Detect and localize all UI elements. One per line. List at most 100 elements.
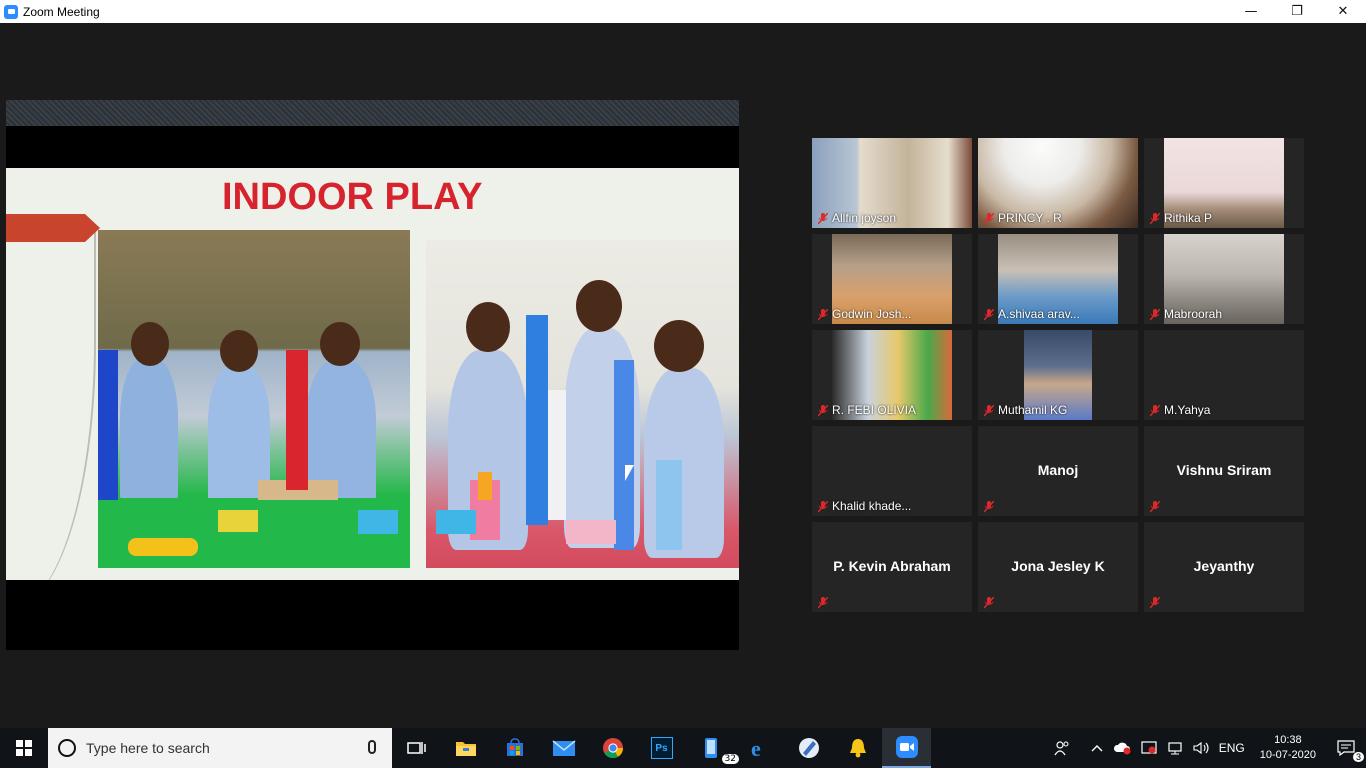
window-title-bar: Zoom Meeting — ❐ ✕: [0, 0, 1366, 23]
search-placeholder: Type here to search: [86, 740, 210, 756]
participant-tile[interactable]: Jona Jesley K: [978, 522, 1138, 612]
minimize-button[interactable]: —: [1228, 0, 1274, 23]
muted-mic-icon: [818, 309, 828, 321]
people-icon: [1054, 741, 1069, 756]
muted-mic-icon: [818, 597, 828, 609]
participant-name: Muthamil KG: [998, 403, 1068, 417]
participant-tile[interactable]: R. FEBI OLIVIA: [812, 330, 972, 420]
close-button[interactable]: ✕: [1320, 0, 1366, 23]
participant-tile[interactable]: Muthamil KG: [978, 330, 1138, 420]
bell-app-button[interactable]: [833, 728, 882, 768]
participant-tile[interactable]: Khalid khade...: [812, 426, 972, 516]
participant-tile[interactable]: Jeyanthy: [1144, 522, 1304, 612]
notepad-icon: [798, 738, 819, 758]
share-header-strip: [6, 100, 739, 126]
participant-name: Khalid khade...: [832, 499, 912, 513]
participant-name-center: Manoj: [1037, 462, 1079, 478]
participant-tile[interactable]: Allfin joyson: [812, 138, 972, 228]
muted-mic-icon: [818, 405, 828, 417]
speaker-icon: [1193, 741, 1209, 755]
participant-tile[interactable]: M.Yahya: [1144, 330, 1304, 420]
store-icon: [506, 738, 523, 756]
participant-tile[interactable]: Mabroorah: [1144, 234, 1304, 324]
chrome-button[interactable]: [588, 728, 637, 768]
security-alert-icon: [1141, 741, 1157, 754]
zoom-button[interactable]: [882, 728, 931, 768]
participant-name: A.shivaa arav...: [998, 307, 1080, 321]
notification-count: 3: [1352, 752, 1364, 762]
muted-mic-icon: [984, 597, 994, 609]
network-icon: [1168, 742, 1182, 755]
slide-arrow-decoration: [6, 214, 100, 242]
clock-date: 10-07-2020: [1259, 749, 1316, 761]
language-indicator[interactable]: ENG: [1214, 728, 1250, 768]
phone-app-button[interactable]: 32: [686, 728, 739, 768]
edge-button[interactable]: e: [735, 728, 784, 768]
store-button[interactable]: [490, 728, 539, 768]
muted-mic-icon: [1150, 501, 1160, 513]
participant-tile[interactable]: Manoj: [978, 426, 1138, 516]
svg-text:e: e: [751, 737, 761, 759]
participant-name-center: P. Kevin Abraham: [833, 558, 951, 574]
network-button[interactable]: [1162, 728, 1188, 768]
slide-decoration-curve: [6, 228, 96, 580]
photoshop-button[interactable]: Ps: [637, 728, 686, 768]
phone-icon: [704, 738, 717, 758]
share-footer-area: [6, 580, 739, 650]
chrome-icon: [602, 738, 623, 759]
onedrive-button[interactable]: [1108, 728, 1136, 768]
cortana-icon: [58, 739, 76, 757]
microphone-icon[interactable]: [368, 740, 376, 754]
participant-name: R. FEBI OLIVIA: [832, 403, 917, 417]
participant-tile[interactable]: Vishnu Sriram: [1144, 426, 1304, 516]
notification-icon: [1337, 740, 1355, 756]
chevron-up-icon: [1091, 745, 1103, 752]
volume-button[interactable]: [1188, 728, 1214, 768]
restore-button[interactable]: ❐: [1274, 0, 1320, 23]
window-title: Zoom Meeting: [23, 4, 100, 19]
action-center-button[interactable]: 3: [1326, 728, 1366, 768]
participant-tile[interactable]: A.shivaa arav...: [978, 234, 1138, 324]
clock-time: 10:38: [1274, 734, 1302, 746]
zoom-app-icon: [4, 4, 18, 19]
start-button[interactable]: [0, 728, 48, 768]
task-view-icon: [406, 742, 426, 754]
taskbar-search-box[interactable]: Type here to search: [48, 728, 392, 768]
muted-mic-icon: [984, 309, 994, 321]
muted-mic-icon: [1150, 405, 1160, 417]
file-explorer-icon: [455, 742, 476, 756]
participant-tile[interactable]: PRINCY . R: [978, 138, 1138, 228]
clock[interactable]: 10:38 10-07-2020: [1250, 733, 1326, 763]
participant-name-center: Vishnu Sriram: [1176, 462, 1272, 478]
shared-screen[interactable]: INDOOR PLAY: [6, 100, 739, 650]
muted-mic-icon: [1150, 597, 1160, 609]
show-hidden-icons-button[interactable]: [1075, 728, 1108, 768]
notepad-button[interactable]: [784, 728, 833, 768]
muted-mic-icon: [818, 213, 828, 225]
participant-name: M.Yahya: [1164, 403, 1211, 417]
task-view-button[interactable]: [392, 728, 441, 768]
participant-name-center: Jona Jesley K: [1011, 558, 1105, 574]
participant-tile[interactable]: P. Kevin Abraham: [812, 522, 972, 612]
mail-button[interactable]: [539, 728, 588, 768]
mouse-cursor-icon: [625, 465, 634, 481]
slide-title: INDOOR PLAY: [222, 176, 483, 218]
bell-icon: [849, 739, 866, 758]
file-explorer-button[interactable]: [441, 728, 490, 768]
windows-logo-icon: [16, 740, 32, 756]
zoom-icon: [895, 736, 918, 758]
participant-name: Mabroorah: [1164, 307, 1223, 321]
muted-mic-icon: [1150, 309, 1160, 321]
system-tray: ENG 10:38 10-07-2020 3: [1049, 728, 1366, 768]
people-button[interactable]: [1049, 728, 1075, 768]
participant-name: Rithika P: [1164, 211, 1213, 225]
participant-tile[interactable]: Rithika P: [1144, 138, 1304, 228]
participant-tile[interactable]: Godwin Josh...: [812, 234, 972, 324]
muted-mic-icon: [984, 405, 994, 417]
security-button[interactable]: [1136, 728, 1162, 768]
edge-icon: e: [751, 737, 761, 759]
slide-photo-children-playing: [98, 230, 410, 568]
muted-mic-icon: [984, 213, 994, 225]
presentation-slide: INDOOR PLAY: [6, 168, 739, 580]
participant-name: PRINCY . R: [998, 211, 1062, 225]
